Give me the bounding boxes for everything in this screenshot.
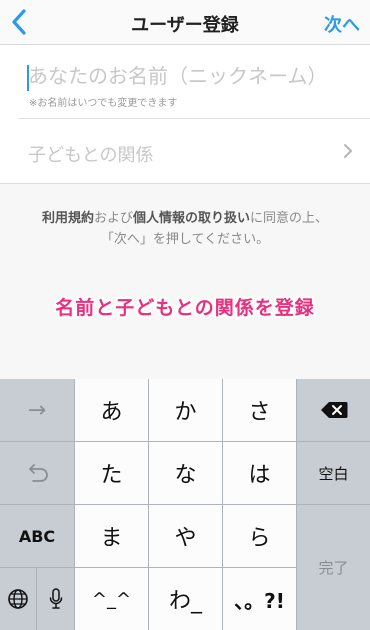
key-a[interactable]: あ <box>75 379 149 442</box>
terms-link[interactable]: 利用規約 <box>42 211 94 226</box>
key-sa[interactable]: さ <box>223 379 297 442</box>
terms-notice: 利用規約および個人情報の取り扱いに同意の上、 「次へ」を押してください。 <box>0 208 370 250</box>
text-cursor <box>27 65 29 91</box>
key-done[interactable]: 完了 <box>297 505 370 630</box>
key-ma[interactable]: ま <box>75 505 149 568</box>
key-undo[interactable] <box>0 442 75 505</box>
page-title: ユーザー登録 <box>131 15 239 36</box>
terms-text: および <box>93 211 133 226</box>
key-globe[interactable] <box>0 568 37 630</box>
key-na[interactable]: な <box>149 442 223 505</box>
relation-select-row[interactable]: 子どもとの関係 <box>18 119 370 183</box>
key-punctuation[interactable]: 、。?! <box>223 568 297 630</box>
keyboard: → あ か さ た な は 空白 ABC ま や ら 完了 ^_^ わ_ 、。?… <box>0 379 370 630</box>
key-emoticon[interactable]: ^_^ <box>75 568 149 630</box>
key-ha[interactable]: は <box>223 442 297 505</box>
key-ya[interactable]: や <box>149 505 223 568</box>
key-microphone[interactable] <box>37 568 75 630</box>
arrow-right-icon: → <box>27 397 47 423</box>
navigation-bar: ユーザー登録 次へ <box>0 0 370 45</box>
key-ka[interactable]: か <box>149 379 223 442</box>
key-ra[interactable]: ら <box>223 505 297 568</box>
terms-text: に同意の上、 <box>250 211 329 226</box>
key-abc[interactable]: ABC <box>0 505 75 568</box>
terms-instruction: 「次へ」を押してください。 <box>100 232 270 247</box>
annotation-caption: 名前と子どもとの関係を登録 <box>55 297 315 319</box>
microphone-icon <box>49 588 62 609</box>
delete-icon <box>320 402 347 418</box>
privacy-link[interactable]: 個人情報の取り扱い <box>133 211 250 226</box>
name-input[interactable] <box>28 64 353 88</box>
name-note: ※お名前はいつでも変更できます <box>29 98 178 109</box>
globe-icon <box>8 589 28 609</box>
key-arrow-right[interactable]: → <box>0 379 75 442</box>
key-space[interactable]: 空白 <box>297 442 370 505</box>
relation-label: 子どもとの関係 <box>28 145 154 166</box>
next-button[interactable]: 次へ <box>324 11 360 37</box>
key-ta[interactable]: た <box>75 442 149 505</box>
undo-icon <box>29 464 48 482</box>
key-delete[interactable] <box>297 379 370 442</box>
name-field: ※お名前はいつでも変更できます <box>18 60 358 114</box>
chevron-right-icon <box>344 144 352 158</box>
key-wa[interactable]: わ_ <box>149 568 223 630</box>
